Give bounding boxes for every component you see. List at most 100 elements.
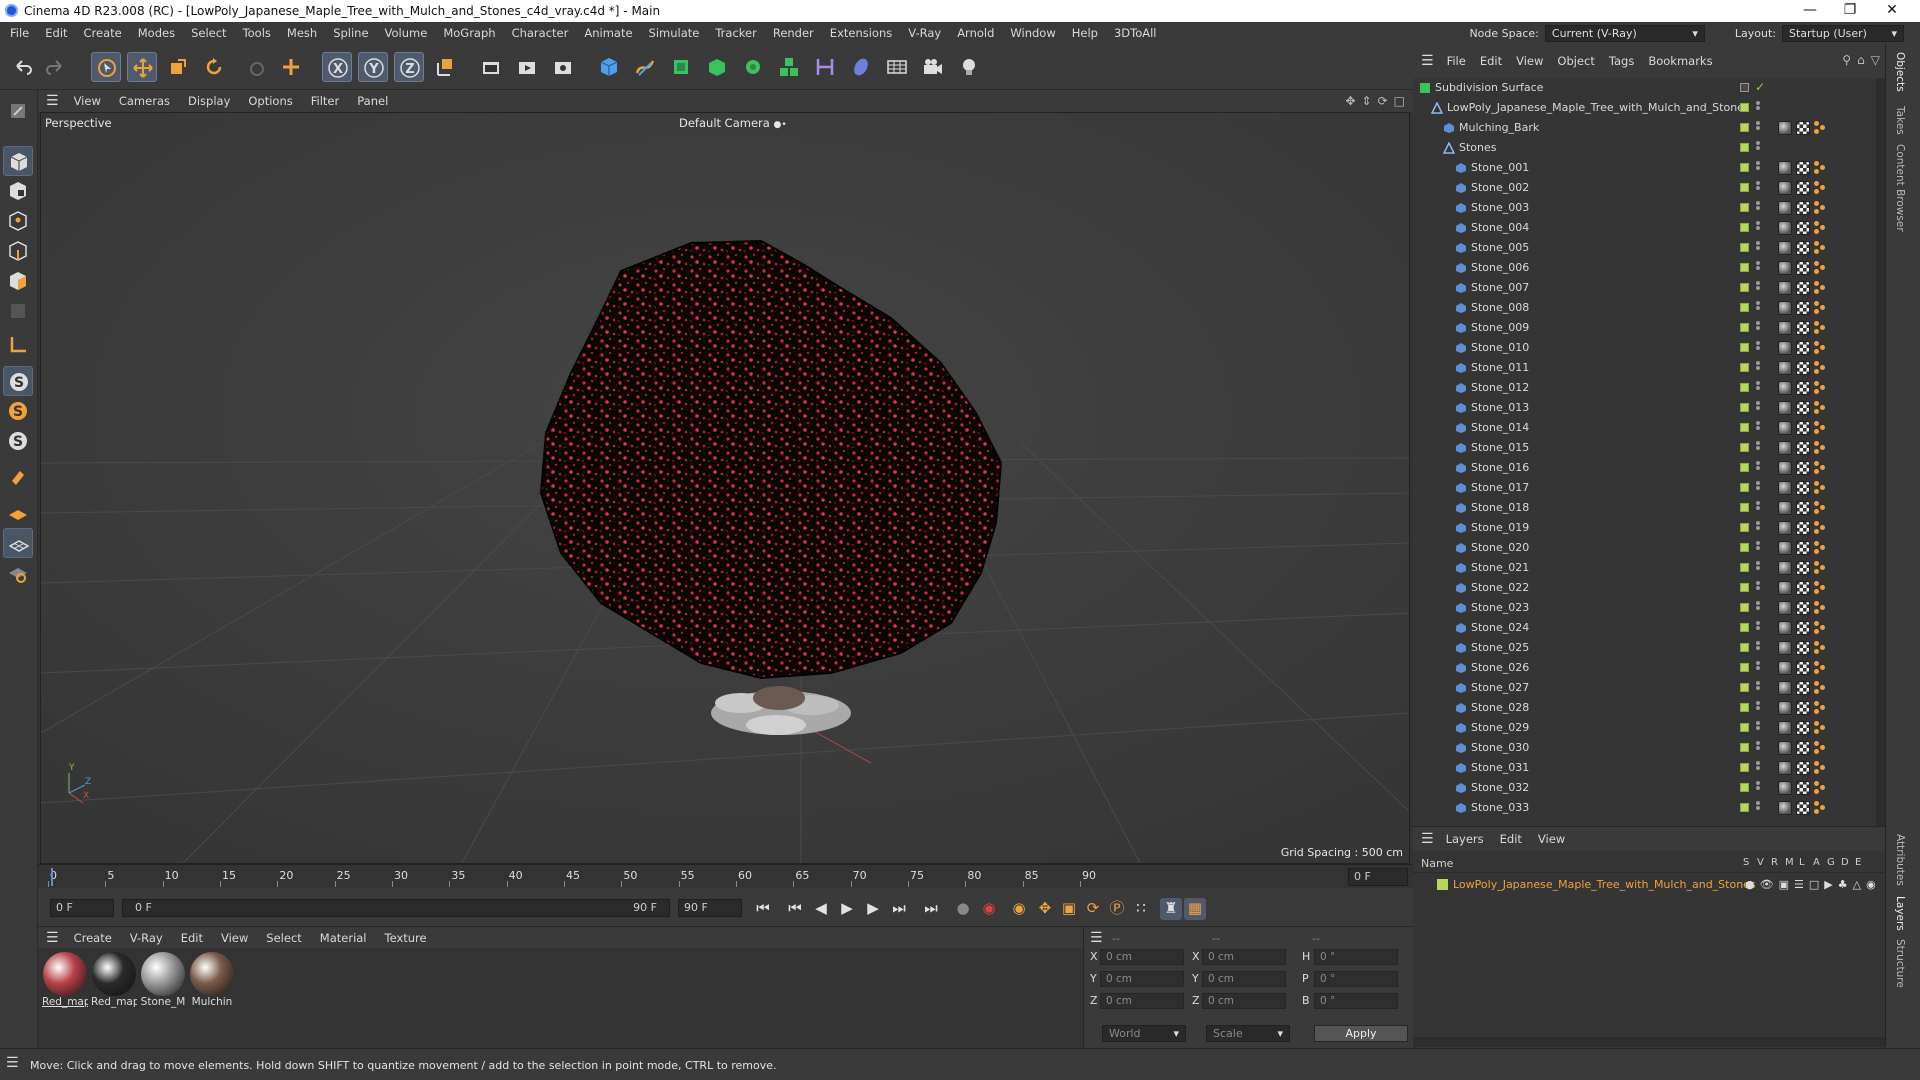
material-menu-view[interactable]: View (212, 927, 257, 949)
object-row[interactable]: Stone_021 (1413, 558, 1885, 578)
visibility-swatch[interactable] (1740, 403, 1749, 412)
object-row[interactable]: Stone_009 (1413, 318, 1885, 338)
material-tag-icon[interactable] (1778, 421, 1792, 435)
viewport-menu-panel[interactable]: Panel (348, 90, 397, 112)
object-menu-edit[interactable]: Edit (1473, 44, 1509, 78)
object-row[interactable]: Stone_004 (1413, 218, 1885, 238)
object-menu-view[interactable]: View (1509, 44, 1550, 78)
texture-tag-icon[interactable] (1796, 221, 1810, 235)
menu-select[interactable]: Select (183, 22, 234, 44)
orbit-view-icon[interactable]: ⟳ (1378, 94, 1388, 108)
subdivision-surface-button[interactable] (666, 52, 696, 82)
material-tag-icon[interactable] (1778, 341, 1792, 355)
visible-icon[interactable]: 👁 (1760, 878, 1774, 891)
bend-deformer-button[interactable] (810, 52, 840, 82)
material-swatch[interactable]: Red_map (91, 952, 137, 1010)
render-dots[interactable] (1756, 441, 1760, 455)
menu-tools[interactable]: Tools (235, 22, 279, 44)
uvw-tag-icon[interactable] (1814, 341, 1826, 355)
texture-tag-icon[interactable] (1796, 541, 1810, 555)
material-tag-icon[interactable] (1778, 321, 1792, 335)
tab-takes[interactable]: Takes (1894, 106, 1906, 135)
render-dots[interactable] (1756, 721, 1760, 735)
texture-tag-icon[interactable] (1796, 701, 1810, 715)
play-icon[interactable]: ▶ (836, 898, 858, 920)
material-tag-icon[interactable] (1778, 581, 1792, 595)
menu-create[interactable]: Create (76, 22, 130, 44)
pan-view-icon[interactable]: ✥ (1345, 94, 1355, 108)
material-tag-icon[interactable] (1778, 601, 1792, 615)
texture-tag-icon[interactable] (1796, 401, 1810, 415)
uvw-tag-icon[interactable] (1814, 481, 1826, 495)
uvw-tag-icon[interactable] (1814, 501, 1826, 515)
menu-extensions[interactable]: Extensions (822, 22, 900, 44)
hamburger-icon[interactable]: ☰ (38, 93, 65, 109)
render-dots[interactable] (1756, 241, 1760, 255)
material-tag-icon[interactable] (1778, 161, 1792, 175)
visibility-swatch[interactable] (1740, 263, 1749, 272)
material-tag-icon[interactable] (1778, 521, 1792, 535)
viewport-menu-options[interactable]: Options (239, 90, 301, 112)
coordinate-system-button[interactable] (430, 52, 460, 82)
texture-tag-icon[interactable] (1796, 241, 1810, 255)
object-row[interactable]: Stone_015 (1413, 438, 1885, 458)
uvw-tag-icon[interactable] (1814, 381, 1826, 395)
tab-objects[interactable]: Objects (1894, 52, 1906, 92)
object-row[interactable]: Mulching_Bark (1413, 118, 1885, 138)
coord-rot-field[interactable]: 0 ° (1314, 971, 1398, 987)
make-editable-button[interactable] (3, 96, 33, 126)
visibility-swatch[interactable] (1740, 183, 1749, 192)
texture-tag-icon[interactable] (1796, 641, 1810, 655)
dolly-view-icon[interactable]: ⇕ (1362, 94, 1372, 108)
uvw-tag-icon[interactable] (1814, 741, 1826, 755)
hamburger-icon[interactable]: ☰ (6, 1055, 19, 1071)
next-frame-icon[interactable]: ▶ (862, 898, 884, 920)
render-dots[interactable] (1756, 141, 1760, 155)
render-dots[interactable] (1756, 101, 1760, 115)
texture-tag-icon[interactable] (1796, 621, 1810, 635)
material-tag-icon[interactable] (1778, 761, 1792, 775)
material-tag-icon[interactable] (1778, 481, 1792, 495)
render-dots[interactable] (1756, 361, 1760, 375)
menu-character[interactable]: Character (504, 22, 577, 44)
layer-menu-layers[interactable]: Layers (1438, 827, 1492, 851)
render-dots[interactable] (1756, 621, 1760, 635)
coord-rot-field[interactable]: 0 ° (1314, 949, 1398, 965)
object-row[interactable]: Stone_001 (1413, 158, 1885, 178)
viewport-menu-filter[interactable]: Filter (302, 90, 348, 112)
viewport-menu-view[interactable]: View (65, 90, 110, 112)
uvw-tag-icon[interactable] (1814, 281, 1826, 295)
render-dots[interactable] (1756, 801, 1760, 815)
visibility-swatch[interactable] (1740, 303, 1749, 312)
render-dots[interactable] (1756, 781, 1760, 795)
checkmark-icon[interactable]: ✓ (1755, 80, 1765, 94)
layer-scrollbar[interactable] (1413, 1037, 1885, 1047)
hamburger-icon[interactable]: ☰ (1413, 831, 1438, 847)
object-row[interactable]: Stone_013 (1413, 398, 1885, 418)
home-icon[interactable]: ⌂ (1857, 53, 1865, 67)
uvw-tag-icon[interactable] (1814, 201, 1826, 215)
object-row[interactable]: Stone_018 (1413, 498, 1885, 518)
uvw-tag-icon[interactable] (1814, 541, 1826, 555)
uvw-tag-icon[interactable] (1814, 421, 1826, 435)
coord-pos-field[interactable]: 0 cm (1100, 949, 1184, 965)
texture-tag-icon[interactable] (1796, 761, 1810, 775)
object-row[interactable]: Stone_027 (1413, 678, 1885, 698)
material-swatch[interactable]: Mulchin (189, 952, 235, 1010)
material-menu-edit[interactable]: Edit (172, 927, 212, 949)
layer-menu-view[interactable]: View (1530, 827, 1573, 851)
menu-3dtoall[interactable]: 3DToAll (1106, 22, 1165, 44)
render-dots[interactable] (1756, 261, 1760, 275)
y-axis-button[interactable]: Y (358, 52, 388, 82)
object-menu-file[interactable]: File (1440, 44, 1473, 78)
coord-mode-dropdown[interactable]: Scale ▾ (1206, 1025, 1290, 1042)
toggle-view-icon[interactable]: □ (1394, 94, 1405, 108)
render-dots[interactable] (1756, 281, 1760, 295)
render-dots[interactable] (1756, 221, 1760, 235)
object-menu-tags[interactable]: Tags (1602, 44, 1641, 78)
deformers-icon[interactable]: △ (1853, 878, 1861, 891)
material-tag-icon[interactable] (1778, 661, 1792, 675)
playhead[interactable] (51, 868, 53, 886)
render-dots[interactable] (1756, 601, 1760, 615)
texture-tag-icon[interactable] (1796, 601, 1810, 615)
